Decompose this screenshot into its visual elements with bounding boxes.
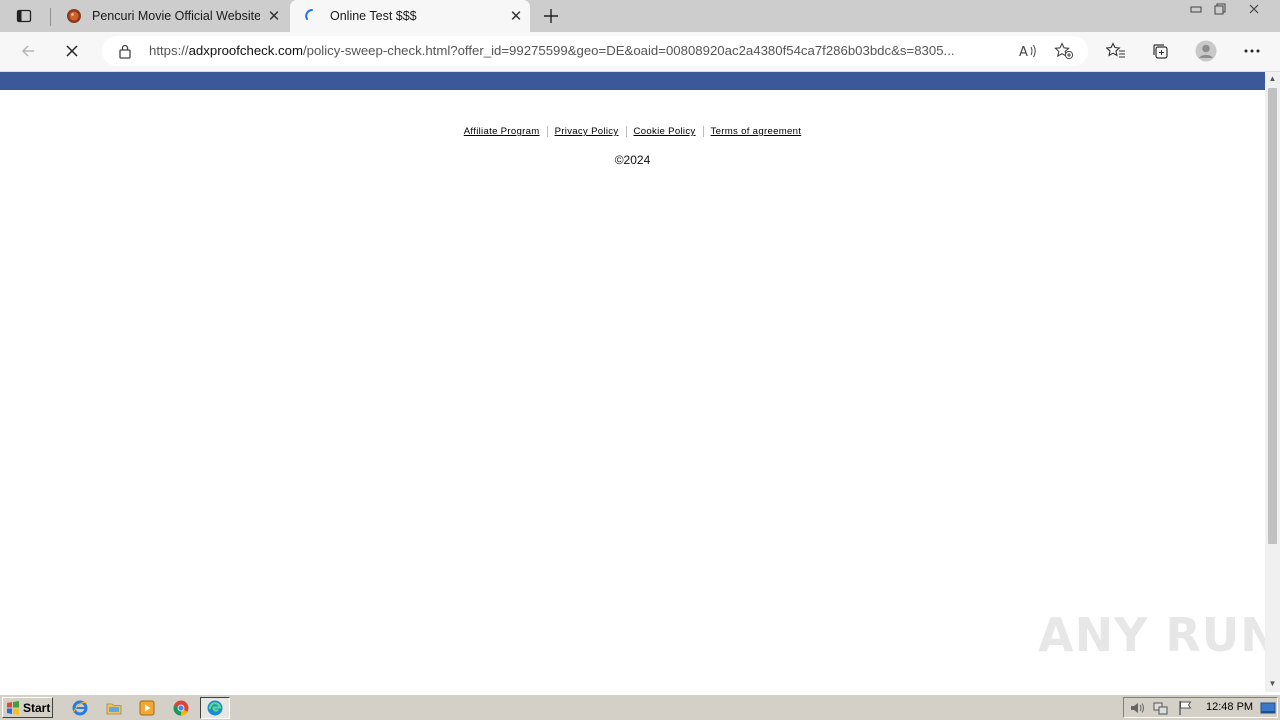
page-viewport: Affiliate Program Privacy Policy Cookie Po… [0,72,1265,692]
url-text[interactable]: https://adxproofcheck.com/policy-sweep-c… [149,43,1009,58]
tab-close-icon[interactable]: ✕ [502,7,530,25]
start-button[interactable]: Start [2,697,53,718]
stop-icon [66,45,78,57]
more-button[interactable] [1238,38,1266,64]
media-player-button[interactable] [137,698,157,718]
system-tray: 12:48 PM [1123,697,1278,718]
network-icon[interactable] [1153,700,1169,716]
show-desktop-icon[interactable] [1260,700,1276,716]
footer-links: Affiliate Program Privacy Policy Cookie Po… [0,126,1265,137]
svg-text:A: A [1019,45,1028,60]
address-bar[interactable]: https://adxproofcheck.com/policy-sweep-c… [102,36,1088,66]
minimize-icon [1190,6,1202,13]
close-icon [1249,4,1259,14]
internet-explorer-button[interactable] [70,698,90,718]
tab-pencuri[interactable]: Pencuri Movie Official Website ✕ [52,0,288,32]
back-button[interactable] [14,38,42,64]
tab-title: Online Test $$$ [330,9,417,23]
tab-close-icon[interactable]: ✕ [260,7,288,25]
anyrun-watermark: ANY RUN [1038,608,1280,662]
file-explorer-button[interactable] [104,698,124,718]
cookie-policy-link[interactable]: Cookie Policy [626,126,704,137]
scrollbar-thumb[interactable] [1268,88,1277,544]
chrome-button[interactable] [171,698,191,718]
file-explorer-icon [106,703,122,715]
profile-icon [1195,40,1217,62]
read-aloud-icon[interactable]: A [1018,42,1038,60]
url-path: /policy-sweep-check.html?offer_id=992755… [302,43,955,58]
back-arrow-icon [21,45,34,57]
more-icon [1244,49,1260,53]
windows-flag-icon [7,700,19,715]
favorites-button[interactable] [1102,38,1130,64]
tab-title: Pencuri Movie Official Website [92,9,261,23]
media-player-icon [139,700,155,716]
tab-actions-icon [16,9,32,23]
edge-icon [207,700,223,716]
collections-icon [1153,44,1168,59]
restore-icon [1214,3,1226,15]
tab-strip: Pencuri Movie Official Website ✕ Online … [0,0,1280,32]
brand-header-bar [0,72,1265,90]
tab-actions-button[interactable] [8,6,40,26]
minimize-button[interactable] [1184,0,1208,18]
add-favorite-icon[interactable] [1054,42,1074,60]
browser-toolbar: https://adxproofcheck.com/policy-sweep-c… [0,32,1280,72]
new-tab-button[interactable] [539,4,563,28]
start-label: Start [23,700,51,715]
taskbar: Start 12:48 PM [0,694,1280,720]
loading-spinner-icon [305,9,313,20]
internet-explorer-icon [72,700,88,716]
lock-icon[interactable] [118,43,132,59]
plus-icon [544,9,558,23]
scroll-down-arrow-icon[interactable]: ▼ [1265,677,1280,691]
affiliate-program-link[interactable]: Affiliate Program [456,126,548,137]
stop-loading-button[interactable] [58,38,86,64]
profile-button[interactable] [1192,38,1220,64]
favorites-icon [1106,42,1125,58]
edge-button[interactable] [200,697,230,719]
restore-button[interactable] [1208,0,1232,18]
tab-separator [50,8,51,26]
collections-button[interactable] [1146,38,1174,64]
vertical-scrollbar[interactable]: ▲ ▼ [1265,72,1280,692]
pencuri-favicon [67,9,81,23]
volume-icon[interactable] [1129,700,1145,716]
close-window-button[interactable] [1242,0,1266,18]
terms-of-agreement-link[interactable]: Terms of agreement [704,126,809,137]
tab-online-test[interactable]: Online Test $$$ ✕ [290,0,530,32]
scroll-up-arrow-icon[interactable]: ▲ [1265,72,1280,86]
privacy-policy-link[interactable]: Privacy Policy [547,126,627,137]
clock[interactable]: 12:48 PM [1206,701,1253,713]
url-prefix: https:// [149,43,189,58]
action-center-flag-icon[interactable] [1177,700,1193,716]
chrome-icon [173,700,189,716]
url-host: adxproofcheck.com [188,43,303,58]
copyright-text: ©2024 [614,153,651,167]
